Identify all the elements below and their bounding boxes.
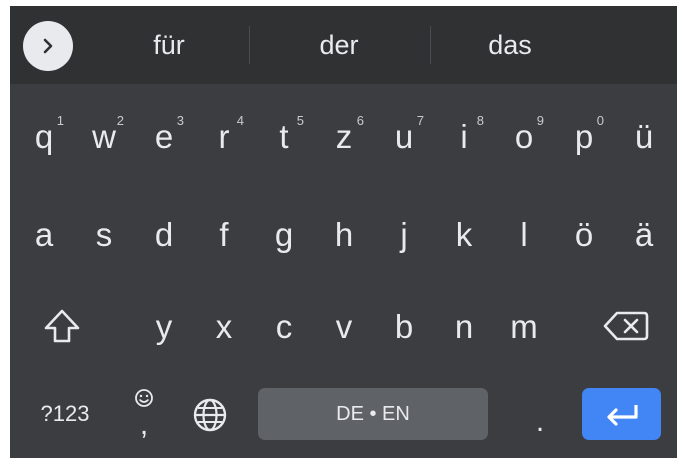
key-label: x [215, 307, 233, 345]
key-hint: 3 [176, 113, 184, 128]
key-hint: 7 [416, 113, 424, 128]
key-a[interactable]: a [14, 202, 74, 266]
key-r[interactable]: r 4 [194, 104, 254, 168]
key-label: ä [634, 215, 654, 253]
key-o[interactable]: o 9 [494, 104, 554, 168]
key-label: c [275, 307, 293, 345]
smiley-icon [135, 389, 153, 407]
key-n[interactable]: n [434, 294, 494, 358]
key-label: j [400, 215, 408, 253]
enter-key[interactable] [582, 388, 661, 440]
return-arrow-icon [606, 405, 638, 426]
key-e[interactable]: e 3 [134, 104, 194, 168]
key-t[interactable]: t 5 [254, 104, 314, 168]
key-label: p [574, 117, 594, 155]
key-s[interactable]: s [74, 202, 134, 266]
key-q[interactable]: q 1 [14, 104, 74, 168]
suggestion-bar: für der das [10, 6, 677, 84]
key-d[interactable]: d [134, 202, 194, 266]
key-hint: 8 [476, 113, 484, 128]
shift-key[interactable] [24, 294, 100, 358]
key-m[interactable]: m [494, 294, 554, 358]
key-i[interactable]: i 8 [434, 104, 494, 168]
key-hint: 5 [296, 113, 304, 128]
key-k[interactable]: k [434, 202, 494, 266]
key-label: h [334, 215, 354, 253]
backspace-icon [603, 311, 649, 341]
suggestion-divider [249, 26, 250, 64]
key-o-umlaut[interactable]: ö [554, 202, 614, 266]
key-y[interactable]: y [134, 294, 194, 358]
key-label: l [520, 215, 528, 253]
key-l[interactable]: l [494, 202, 554, 266]
key-f[interactable]: f [194, 202, 254, 266]
key-label: m [510, 307, 538, 345]
symbols-key[interactable]: ?123 [30, 388, 100, 440]
globe-icon [193, 398, 227, 432]
key-label: d [154, 215, 174, 253]
key-u[interactable]: u 7 [374, 104, 434, 168]
key-label: t [279, 117, 289, 155]
key-hint: 2 [116, 113, 124, 128]
key-c[interactable]: c [254, 294, 314, 358]
suggestion-1[interactable]: für [110, 6, 228, 84]
key-label: z [335, 117, 353, 155]
key-label: ü [634, 117, 654, 155]
keyboard: für der das q 1 w 2 e 3 r 4 t 5 z 6 u 7 … [10, 6, 677, 458]
key-v[interactable]: v [314, 294, 374, 358]
key-label: . [535, 405, 545, 438]
key-label: a [34, 215, 54, 253]
key-h[interactable]: h [314, 202, 374, 266]
key-hint: 4 [236, 113, 244, 128]
key-x[interactable]: x [194, 294, 254, 358]
spacebar[interactable]: DE • EN [258, 388, 488, 440]
backspace-key[interactable] [588, 294, 664, 358]
key-label: w [92, 117, 116, 155]
key-hint: 0 [596, 113, 604, 128]
key-label: u [394, 117, 414, 155]
suggestion-2[interactable]: der [278, 6, 400, 84]
shift-arrow-icon [44, 309, 80, 343]
key-label: v [335, 307, 353, 345]
key-label: r [218, 117, 230, 155]
key-label: i [460, 117, 468, 155]
key-a-umlaut[interactable]: ä [614, 202, 674, 266]
key-label: b [394, 307, 414, 345]
key-label: k [455, 215, 473, 253]
key-label: o [514, 117, 534, 155]
key-label: y [155, 307, 173, 345]
key-b[interactable]: b [374, 294, 434, 358]
key-label: ö [574, 215, 594, 253]
key-hint: 1 [56, 113, 64, 128]
key-u-umlaut[interactable]: ü [614, 104, 674, 168]
key-label: g [274, 215, 294, 253]
key-label: s [95, 215, 113, 253]
key-g[interactable]: g [254, 202, 314, 266]
comma-key[interactable]: , [114, 384, 174, 446]
key-label: q [34, 117, 54, 155]
suggestion-3[interactable]: das [449, 6, 571, 84]
suggestion-divider [430, 26, 431, 64]
key-hint: 9 [536, 113, 544, 128]
key-label: e [154, 117, 174, 155]
key-label: n [454, 307, 474, 345]
key-p[interactable]: p 0 [554, 104, 614, 168]
key-label: f [219, 215, 229, 253]
key-label: , [139, 408, 149, 441]
chevron-right-icon [43, 38, 53, 54]
key-w[interactable]: w 2 [74, 104, 134, 168]
key-j[interactable]: j [374, 202, 434, 266]
period-key[interactable]: . [510, 384, 570, 446]
key-hint: 6 [356, 113, 364, 128]
toolbar-toggle-button[interactable] [23, 21, 73, 71]
language-key[interactable] [180, 384, 240, 446]
key-z[interactable]: z 6 [314, 104, 374, 168]
